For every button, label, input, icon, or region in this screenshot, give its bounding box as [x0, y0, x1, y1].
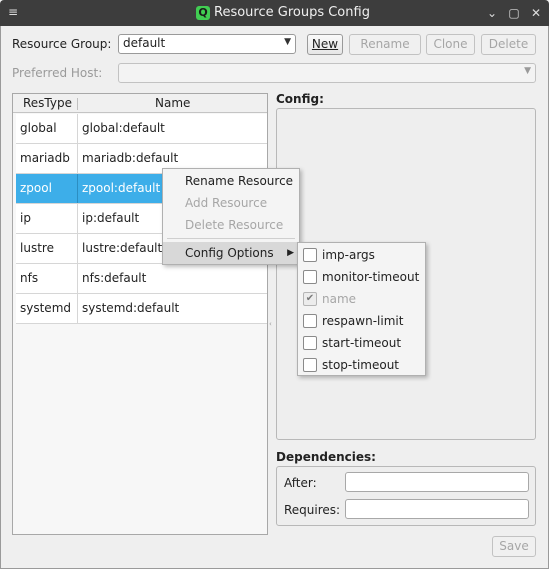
restype-cell: nfs: [20, 271, 39, 285]
window-title: Resource Groups Config: [214, 5, 370, 20]
chevron-right-icon: ▶: [287, 248, 294, 258]
checkbox[interactable]: [303, 358, 317, 372]
close-icon[interactable]: ✕: [528, 5, 544, 21]
rename-button[interactable]: Rename: [349, 34, 421, 55]
header-divider: [77, 98, 78, 110]
option-monitor-timeout[interactable]: monitor-timeout: [298, 266, 425, 288]
preferred-host-label: Preferred Host:: [12, 66, 103, 80]
name-cell: nfs:default: [82, 271, 147, 285]
name-cell: zpool:default: [82, 181, 161, 195]
splitter-handle[interactable]: ‹: [269, 320, 272, 328]
config-options-submenu: imp-args monitor-timeout ✔ name respawn-…: [297, 242, 426, 376]
window-menu-icon[interactable]: ≡: [6, 5, 20, 19]
restype-cell: lustre: [20, 241, 54, 255]
save-button[interactable]: Save: [492, 536, 536, 557]
preferred-host-select[interactable]: ▼: [118, 63, 536, 83]
name-cell: mariadb:default: [82, 151, 179, 165]
resource-group-label: Resource Group:: [12, 37, 112, 51]
option-stop-timeout[interactable]: stop-timeout: [298, 354, 425, 376]
option-respawn-limit[interactable]: respawn-limit: [298, 310, 425, 332]
menu-item-add-resource[interactable]: Add Resource: [163, 192, 299, 214]
restype-cell: ip: [20, 211, 31, 225]
table-row[interactable]: global global:default: [16, 114, 267, 144]
option-label: name: [322, 292, 357, 306]
cell-divider: [77, 114, 78, 143]
cell-divider: [77, 204, 78, 233]
config-title: Config:: [276, 92, 324, 106]
option-label: start-timeout: [322, 336, 402, 350]
menu-separator: [167, 238, 295, 239]
cell-divider: [77, 144, 78, 173]
option-label: imp-args: [322, 248, 375, 262]
restype-cell: zpool: [20, 181, 52, 195]
menu-item-rename-resource[interactable]: Rename Resource: [163, 170, 299, 192]
restype-cell: global: [20, 121, 57, 135]
checkbox[interactable]: [303, 336, 317, 350]
chevron-down-icon: ▼: [284, 37, 291, 47]
name-cell: systemd:default: [82, 301, 180, 315]
requires-input[interactable]: [345, 499, 529, 519]
option-name[interactable]: ✔ name: [298, 288, 425, 310]
menu-item-delete-resource[interactable]: Delete Resource: [163, 214, 299, 236]
resource-group-select[interactable]: default ▼: [118, 34, 296, 54]
new-button[interactable]: New: [307, 34, 343, 55]
option-label: respawn-limit: [322, 314, 404, 328]
name-cell: global:default: [82, 121, 165, 135]
name-cell: ip:default: [82, 211, 140, 225]
checkbox[interactable]: [303, 248, 317, 262]
checkmark-icon: ✔: [303, 292, 317, 306]
delete-button[interactable]: Delete: [481, 34, 536, 55]
column-header-name[interactable]: Name: [155, 96, 190, 110]
chevron-down-icon: ▼: [524, 66, 531, 76]
checkbox[interactable]: [303, 314, 317, 328]
option-imp-args[interactable]: imp-args: [298, 244, 425, 266]
after-label: After:: [284, 476, 317, 490]
maximize-icon[interactable]: ▢: [506, 5, 522, 21]
dependencies-panel: After: Requires:: [276, 466, 536, 526]
table-row[interactable]: nfs nfs:default: [16, 264, 267, 294]
name-cell: lustre:default: [82, 241, 163, 255]
app-icon: Q: [196, 6, 210, 20]
cell-divider: [77, 264, 78, 293]
minimize-icon[interactable]: ⌄: [484, 5, 500, 21]
cell-divider: [77, 294, 78, 323]
option-start-timeout[interactable]: start-timeout: [298, 332, 425, 354]
menu-item-label: Config Options: [185, 246, 274, 260]
context-menu: Rename Resource Add Resource Delete Reso…: [162, 168, 300, 265]
cell-divider: [77, 234, 78, 263]
dependencies-title: Dependencies:: [276, 450, 376, 464]
restype-cell: mariadb: [20, 151, 70, 165]
cell-divider: [77, 174, 78, 203]
after-input[interactable]: [345, 472, 529, 492]
column-header-restype[interactable]: ResType: [23, 96, 72, 110]
requires-label: Requires:: [284, 503, 341, 517]
menu-item-config-options[interactable]: Config Options ▶: [163, 242, 299, 264]
resource-table[interactable]: ResType Name global global:default maria…: [12, 93, 268, 535]
table-row[interactable]: systemd systemd:default: [16, 294, 267, 324]
option-label: stop-timeout: [322, 358, 400, 372]
option-label: monitor-timeout: [322, 270, 420, 284]
restype-cell: systemd: [20, 301, 71, 315]
resource-group-value: default: [123, 36, 166, 50]
clone-button[interactable]: Clone: [426, 34, 475, 55]
checkbox[interactable]: [303, 270, 317, 284]
table-header: ResType Name: [13, 94, 267, 113]
title-bar: ≡ Q Resource Groups Config ⌄ ▢ ✕: [0, 0, 549, 26]
